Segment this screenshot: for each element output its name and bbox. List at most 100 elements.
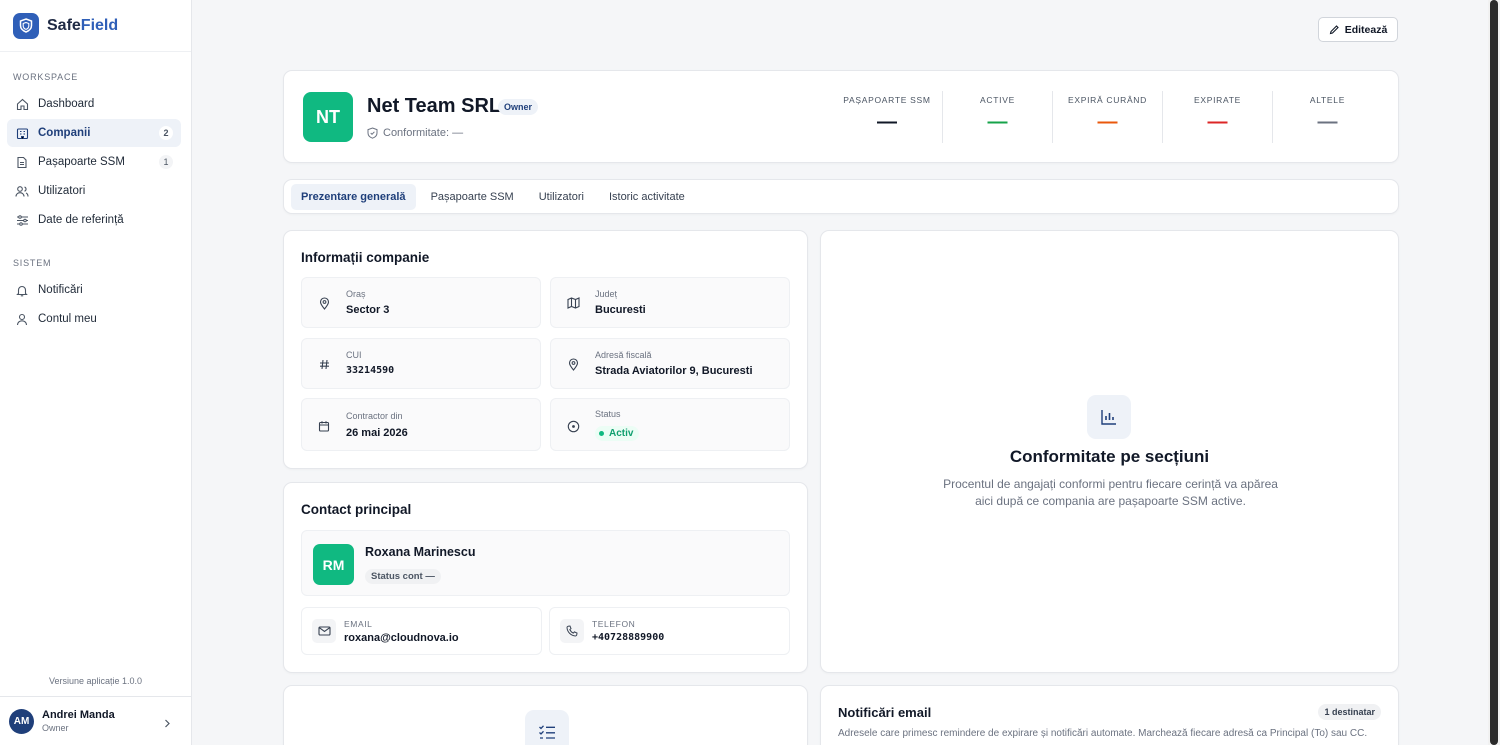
field-oras: Oraș Sector 3 bbox=[301, 277, 541, 328]
sidebar-item-contul-meu[interactable]: Contul meu bbox=[7, 305, 181, 333]
user-name: Andrei Manda bbox=[42, 709, 115, 721]
conformity-sections-card: Conformitate pe secțiuni Procentul de an… bbox=[820, 230, 1399, 673]
company-avatar: NT bbox=[303, 92, 353, 142]
email-value[interactable]: roxana@cloudnova.io bbox=[344, 632, 459, 644]
field-judet: Județ Bucuresti bbox=[550, 277, 790, 328]
sidebar-item-label: Date de referință bbox=[38, 214, 124, 226]
user-role: Owner bbox=[42, 723, 69, 733]
brand-name: SafeField bbox=[47, 17, 118, 35]
tab-istoric-activitate[interactable]: Istoric activitate bbox=[599, 184, 695, 210]
tab-pasapoarte-ssm[interactable]: Pașapoarte SSM bbox=[421, 184, 524, 210]
field-status: Status Activ bbox=[550, 398, 790, 451]
app-root: SafeField WORKSPACE Dashboard Companii 2… bbox=[0, 0, 1500, 745]
contact-person: RM Roxana Marinescu Status cont — bbox=[301, 530, 790, 596]
sidebar: SafeField WORKSPACE Dashboard Companii 2… bbox=[0, 0, 192, 745]
edit-button-label: Editează bbox=[1344, 23, 1388, 36]
email-field: EMAIL roxana@cloudnova.io bbox=[301, 607, 542, 655]
stat-pasapoarte: PAȘAPOARTE SSM — bbox=[832, 91, 942, 143]
field-label: Județ bbox=[595, 289, 618, 299]
avatar: RM bbox=[313, 544, 354, 585]
field-value: Sector 3 bbox=[346, 304, 390, 316]
status-circle-icon bbox=[566, 419, 580, 433]
contact-name: Roxana Marinescu bbox=[365, 545, 476, 559]
phone-icon bbox=[560, 619, 584, 643]
edit-button[interactable]: Editează bbox=[1318, 17, 1398, 42]
company-header-card: NT Net Team SRL Owner Conformitate: — PA… bbox=[283, 70, 1399, 163]
stat-active: ACTIVE — bbox=[942, 91, 1052, 143]
mail-icon bbox=[312, 619, 336, 643]
calendar-icon bbox=[317, 419, 331, 433]
account-status-badge: Status cont — bbox=[365, 569, 441, 584]
user-menu[interactable]: AM Andrei Manda Owner bbox=[0, 696, 191, 745]
tab-utilizatori[interactable]: Utilizatori bbox=[529, 184, 594, 210]
scrollbar[interactable] bbox=[1488, 0, 1500, 745]
sidebar-item-label: Dashboard bbox=[38, 98, 95, 110]
workspace-section-label: WORKSPACE bbox=[13, 72, 79, 82]
stat-label: EXPIRĂ CURÂND bbox=[1067, 95, 1147, 105]
sidebar-item-notificari[interactable]: Notificări bbox=[7, 276, 181, 304]
brand-name-part2: Field bbox=[80, 16, 119, 34]
sidebar-item-pasapoarte[interactable]: Pașapoarte SSM 1 bbox=[7, 148, 181, 176]
brand-name-part1: Safe bbox=[47, 16, 81, 34]
sidebar-item-label: Notificări bbox=[38, 284, 83, 296]
scrollbar-thumb[interactable] bbox=[1490, 0, 1498, 745]
field-value: 33214590 bbox=[346, 365, 395, 376]
map-icon bbox=[566, 296, 580, 310]
contact-card: Contact principal RM Roxana Marinescu St… bbox=[283, 482, 808, 673]
sidebar-item-utilizatori[interactable]: Utilizatori bbox=[7, 177, 181, 205]
stat-label: EXPIRATE bbox=[1193, 95, 1241, 105]
stat-label: ALTELE bbox=[1309, 95, 1346, 105]
sliders-icon bbox=[15, 213, 29, 227]
hash-icon bbox=[317, 357, 331, 371]
role-badge: Owner bbox=[498, 99, 539, 115]
main-content: Editează NT Net Team SRL Owner Conformit… bbox=[192, 0, 1500, 745]
sidebar-item-companii[interactable]: Companii 2 bbox=[7, 119, 181, 147]
count-badge: 1 bbox=[159, 155, 173, 169]
home-icon bbox=[15, 97, 29, 111]
stat-value: — bbox=[1317, 111, 1338, 133]
card-title: Informații companie bbox=[301, 250, 430, 265]
status-badge: Activ bbox=[595, 426, 640, 441]
brand[interactable]: SafeField bbox=[0, 0, 191, 52]
map-pin-icon bbox=[317, 296, 331, 310]
email-notifications-card: Notificări email 1 destinatar Adresele c… bbox=[820, 685, 1399, 745]
checklist-card bbox=[283, 685, 808, 745]
field-value: 26 mai 2026 bbox=[346, 427, 408, 439]
sidebar-item-label: Utilizatori bbox=[38, 185, 86, 197]
company-name: Net Team SRL bbox=[367, 95, 502, 117]
card-title: Notificări email bbox=[838, 705, 932, 720]
field-label: Contractor din bbox=[346, 411, 403, 421]
field-label: EMAIL bbox=[344, 619, 373, 629]
tab-prezentare-generala[interactable]: Prezentare generală bbox=[291, 183, 416, 210]
stat-expirate: EXPIRATE — bbox=[1162, 91, 1272, 143]
avatar: AM bbox=[9, 708, 34, 734]
stats-row: PAȘAPOARTE SSM — ACTIVE — EXPIRĂ CURÂND — E… bbox=[832, 91, 1382, 143]
stat-altele: ALTELE — bbox=[1272, 91, 1382, 143]
shield-logo-icon bbox=[13, 12, 39, 39]
document-icon bbox=[15, 155, 29, 169]
shield-check-icon bbox=[367, 127, 378, 139]
sidebar-item-label: Contul meu bbox=[38, 313, 97, 325]
field-label: Status bbox=[595, 409, 621, 419]
sidebar-item-dashboard[interactable]: Dashboard bbox=[7, 90, 181, 118]
phone-field: TELEFON +40728889900 bbox=[549, 607, 790, 655]
field-cui: CUI 33214590 bbox=[301, 338, 541, 389]
field-label: TELEFON bbox=[592, 619, 636, 629]
field-label: CUI bbox=[346, 350, 362, 360]
conformity-text: Conformitate: — bbox=[383, 127, 464, 139]
stat-value: — bbox=[1207, 111, 1228, 133]
sidebar-item-date-referinta[interactable]: Date de referință bbox=[7, 206, 181, 234]
field-value: Strada Aviatorilor 9, Bucuresti bbox=[595, 365, 753, 377]
field-adresa-fiscala: Adresă fiscală Strada Aviatorilor 9, Buc… bbox=[550, 338, 790, 389]
field-contractor-din: Contractor din 26 mai 2026 bbox=[301, 398, 541, 451]
phone-value[interactable]: +40728889900 bbox=[592, 632, 664, 643]
empty-state-description: Procentul de angajați conformi pentru fi… bbox=[943, 477, 1278, 508]
conformity-status: Conformitate: — bbox=[367, 127, 463, 139]
field-label: Adresă fiscală bbox=[595, 350, 652, 360]
chevron-right-icon bbox=[163, 715, 171, 733]
system-section-label: SISTEM bbox=[13, 258, 52, 268]
stat-value: — bbox=[1097, 111, 1118, 133]
stat-expira-curand: EXPIRĂ CURÂND — bbox=[1052, 91, 1162, 143]
empty-state-title: Conformitate pe secțiuni bbox=[1009, 447, 1210, 466]
card-title: Contact principal bbox=[301, 502, 412, 517]
